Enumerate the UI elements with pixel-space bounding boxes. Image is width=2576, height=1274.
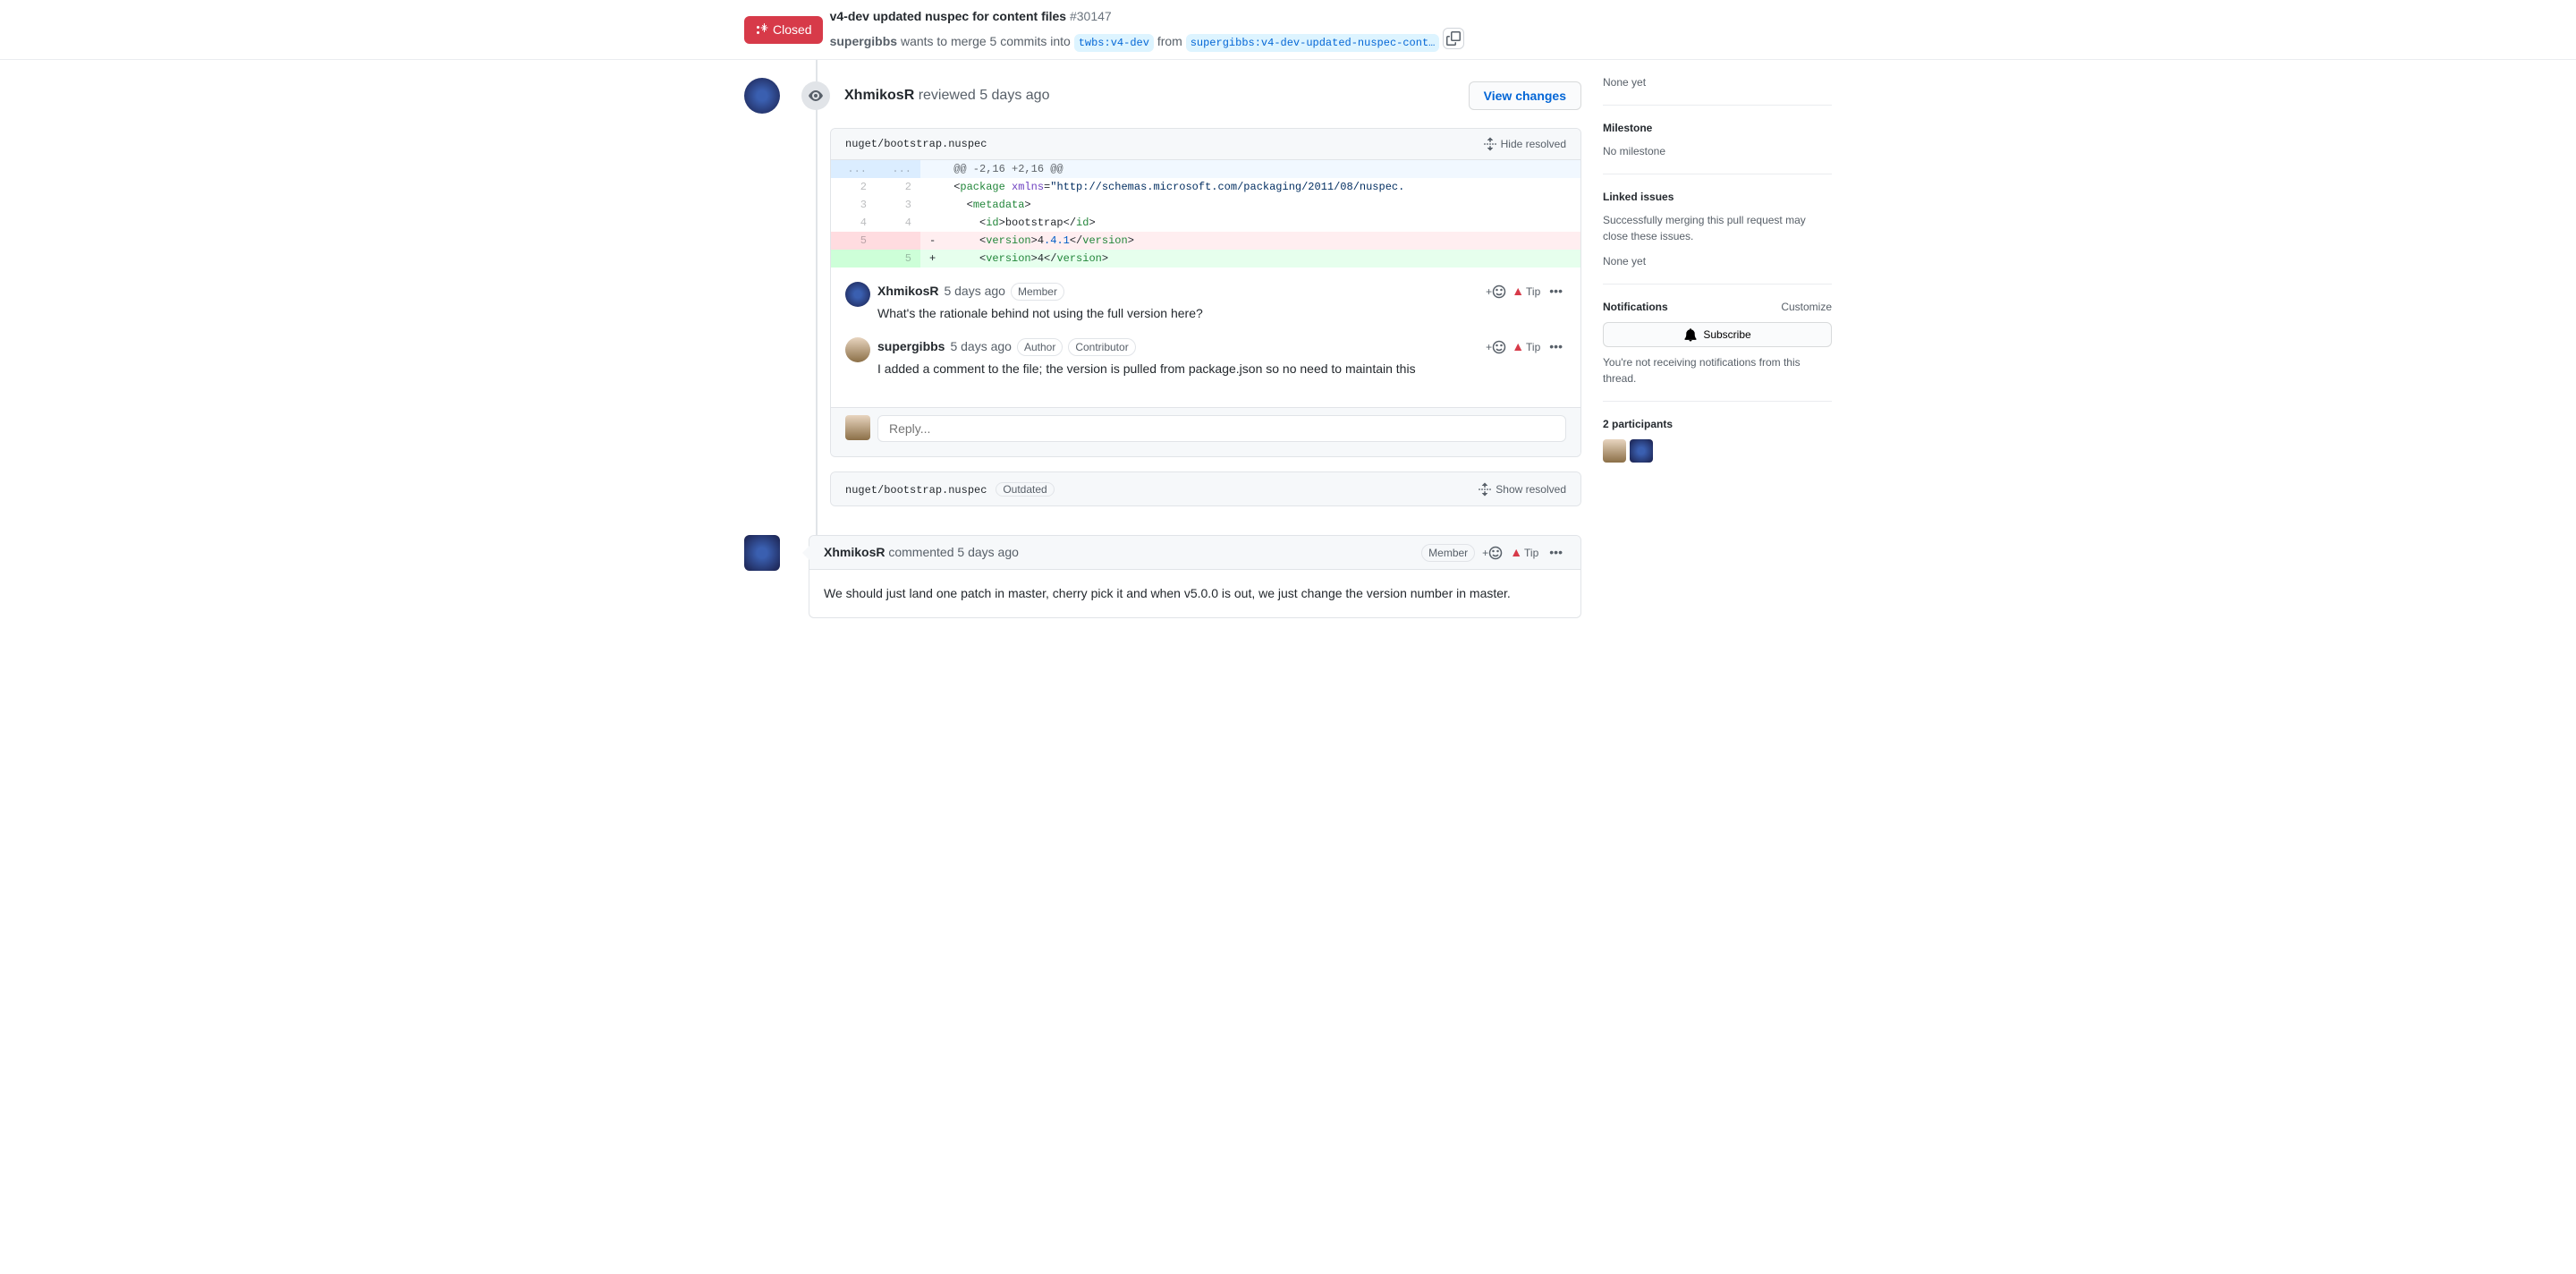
comment-author-link[interactable]: XhmikosR xyxy=(877,282,938,301)
diff-line-addition: 5 + <version>4</version> xyxy=(831,250,1580,268)
pr-title: v4-dev updated nuspec for content files … xyxy=(830,7,1832,26)
eye-icon xyxy=(809,89,823,103)
hide-resolved-button[interactable]: Hide resolved xyxy=(1483,136,1566,152)
avatar[interactable] xyxy=(744,535,780,571)
unmute-icon xyxy=(1683,327,1698,342)
diff-line-deletion: 5 - <version>4.4.1</version> xyxy=(831,232,1580,250)
review-comment: XhmikosR 5 days ago Member + ▲ Tip ••• W… xyxy=(845,282,1566,323)
state-badge: Closed xyxy=(744,16,823,44)
diff-line: 4 4 <id>bootstrap</id> xyxy=(831,214,1580,232)
participant-avatar[interactable] xyxy=(1603,439,1626,463)
author-link[interactable]: supergibbs xyxy=(830,34,897,48)
file-path[interactable]: nuget/bootstrap.nuspec xyxy=(845,136,987,152)
file-path[interactable]: nuget/bootstrap.nuspec xyxy=(845,484,987,497)
unfold-icon xyxy=(1478,482,1492,497)
reply-form xyxy=(831,407,1580,456)
tip-button[interactable]: ▲ Tip xyxy=(1512,282,1540,301)
sidebar: None yet Milestone No milestone Linked i… xyxy=(1603,60,1832,618)
unfold-icon xyxy=(1483,137,1497,151)
reply-input[interactable] xyxy=(877,415,1566,442)
sidebar-none-yet: None yet xyxy=(1603,74,1832,90)
notifications-note: You're not receiving notifications from … xyxy=(1603,354,1832,386)
tip-button[interactable]: ▲ Tip xyxy=(1510,543,1538,562)
notifications-heading: Notifications xyxy=(1603,299,1668,315)
avatar[interactable] xyxy=(845,337,870,362)
subscribe-button[interactable]: Subscribe xyxy=(1603,322,1832,347)
hunk-header-row: ... ... @@ -2,16 +2,16 @@ xyxy=(831,160,1580,178)
diff-line: 3 3 <metadata> xyxy=(831,196,1580,214)
head-branch[interactable]: supergibbs:v4-dev-updated-nuspec-cont… xyxy=(1186,34,1440,52)
linked-issues-heading[interactable]: Linked issues xyxy=(1603,189,1832,205)
milestone-value: No milestone xyxy=(1603,143,1832,159)
milestone-heading[interactable]: Milestone xyxy=(1603,120,1832,136)
comment-timestamp[interactable]: 5 days ago xyxy=(944,282,1005,301)
smiley-icon xyxy=(1492,340,1506,354)
member-badge: Member xyxy=(1421,544,1475,562)
avatar[interactable] xyxy=(845,282,870,307)
review-thread: nuget/bootstrap.nuspec Hide resolved ...… xyxy=(830,128,1581,457)
customize-link[interactable]: Customize xyxy=(1781,299,1832,315)
copy-icon xyxy=(1446,31,1461,46)
reviewer-link[interactable]: XhmikosR xyxy=(844,88,914,103)
review-event: XhmikosR reviewed 5 days ago View change… xyxy=(744,78,1581,506)
review-time[interactable]: 5 days ago xyxy=(979,88,1049,103)
comment-timestamp[interactable]: 5 days ago xyxy=(957,545,1019,559)
comment-author-link[interactable]: XhmikosR xyxy=(824,545,885,559)
diff-table: ... ... @@ -2,16 +2,16 @@ 2 2 <package x… xyxy=(831,160,1580,268)
smiley-icon xyxy=(1492,285,1506,299)
pr-meta: supergibbs wants to merge 5 commits into… xyxy=(830,28,1832,52)
author-badge: Author xyxy=(1017,338,1063,356)
comment-menu-button[interactable]: ••• xyxy=(1546,337,1566,356)
diff-line: 2 2 <package xmlns="http://schemas.micro… xyxy=(831,178,1580,196)
participant-avatar[interactable] xyxy=(1630,439,1653,463)
linked-issues-none: None yet xyxy=(1603,253,1832,269)
outdated-review-thread: nuget/bootstrap.nuspec Outdated Show res… xyxy=(830,471,1581,506)
add-reaction-button[interactable]: + xyxy=(1486,284,1506,300)
timeline-comment: XhmikosR commented 5 days ago Member + ▲… xyxy=(744,535,1581,618)
view-changes-button[interactable]: View changes xyxy=(1469,81,1581,110)
comment-author-link[interactable]: supergibbs xyxy=(877,337,945,356)
avatar xyxy=(845,415,870,440)
copy-branch-button[interactable] xyxy=(1443,28,1464,49)
pr-closed-icon xyxy=(755,22,769,37)
sticky-header: Closed v4-dev updated nuspec for content… xyxy=(0,0,2576,60)
contributor-badge: Contributor xyxy=(1068,338,1135,356)
participants-heading: 2 participants xyxy=(1603,416,1832,432)
add-reaction-button[interactable]: + xyxy=(1482,545,1503,561)
avatar[interactable] xyxy=(744,78,780,114)
outdated-label: Outdated xyxy=(996,482,1054,497)
comment-body-text: We should just land one patch in master,… xyxy=(809,570,1580,617)
base-branch[interactable]: twbs:v4-dev xyxy=(1074,34,1154,52)
review-comment: supergibbs 5 days ago Author Contributor… xyxy=(845,337,1566,378)
comment-menu-button[interactable]: ••• xyxy=(1546,282,1566,301)
show-resolved-button[interactable]: Show resolved xyxy=(1478,481,1566,497)
smiley-icon xyxy=(1488,546,1503,560)
member-badge: Member xyxy=(1011,283,1064,301)
review-marker-icon xyxy=(801,81,830,110)
tip-button[interactable]: ▲ Tip xyxy=(1512,337,1540,356)
add-reaction-button[interactable]: + xyxy=(1486,339,1506,355)
linked-issues-desc: Successfully merging this pull request m… xyxy=(1603,212,1832,244)
comment-timestamp[interactable]: 5 days ago xyxy=(950,337,1012,356)
comment-menu-button[interactable]: ••• xyxy=(1546,543,1566,562)
